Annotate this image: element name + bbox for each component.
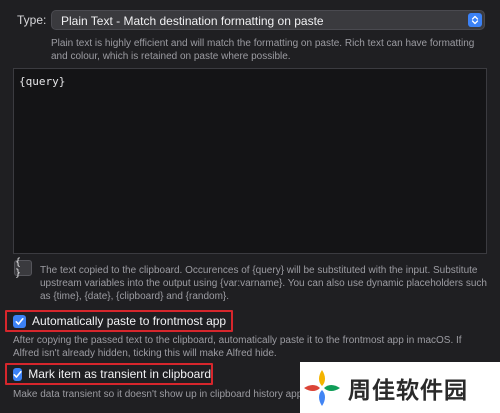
checkmark-icon: [15, 317, 24, 325]
chevron-up-down-icon: [468, 13, 482, 27]
insert-placeholder-button[interactable]: { }: [14, 257, 32, 279]
auto-paste-help-text: After copying the passed text to the cli…: [13, 335, 462, 359]
type-select[interactable]: Plain Text - Match destination formattin…: [51, 10, 485, 30]
type-select-value: Plain Text - Match destination formattin…: [61, 14, 324, 28]
transient-option[interactable]: Mark item as transient in clipboard: [5, 363, 213, 385]
watermark-text: 周佳软件园: [348, 377, 468, 404]
auto-paste-label[interactable]: Automatically paste to frontmost app: [32, 314, 226, 328]
watermark: 周佳软件园: [300, 362, 500, 413]
editor-content[interactable]: {query}: [19, 75, 65, 88]
editor-help-text: The text copied to the clipboard. Occure…: [40, 265, 487, 302]
clipboard-text-editor[interactable]: {query}: [13, 68, 487, 254]
auto-paste-checkbox[interactable]: [13, 314, 26, 328]
transient-checkbox[interactable]: [13, 367, 23, 381]
transient-help-text: Make data transient so it doesn't show u…: [13, 389, 303, 400]
checkmark-icon: [13, 370, 22, 378]
transient-label[interactable]: Mark item as transient in clipboard: [28, 367, 211, 381]
auto-paste-option[interactable]: Automatically paste to frontmost app: [5, 310, 233, 332]
type-label: Type:: [17, 13, 47, 27]
type-help-text: Plain text is highly efficient and will …: [51, 38, 475, 62]
watermark-logo-icon: [304, 369, 340, 406]
